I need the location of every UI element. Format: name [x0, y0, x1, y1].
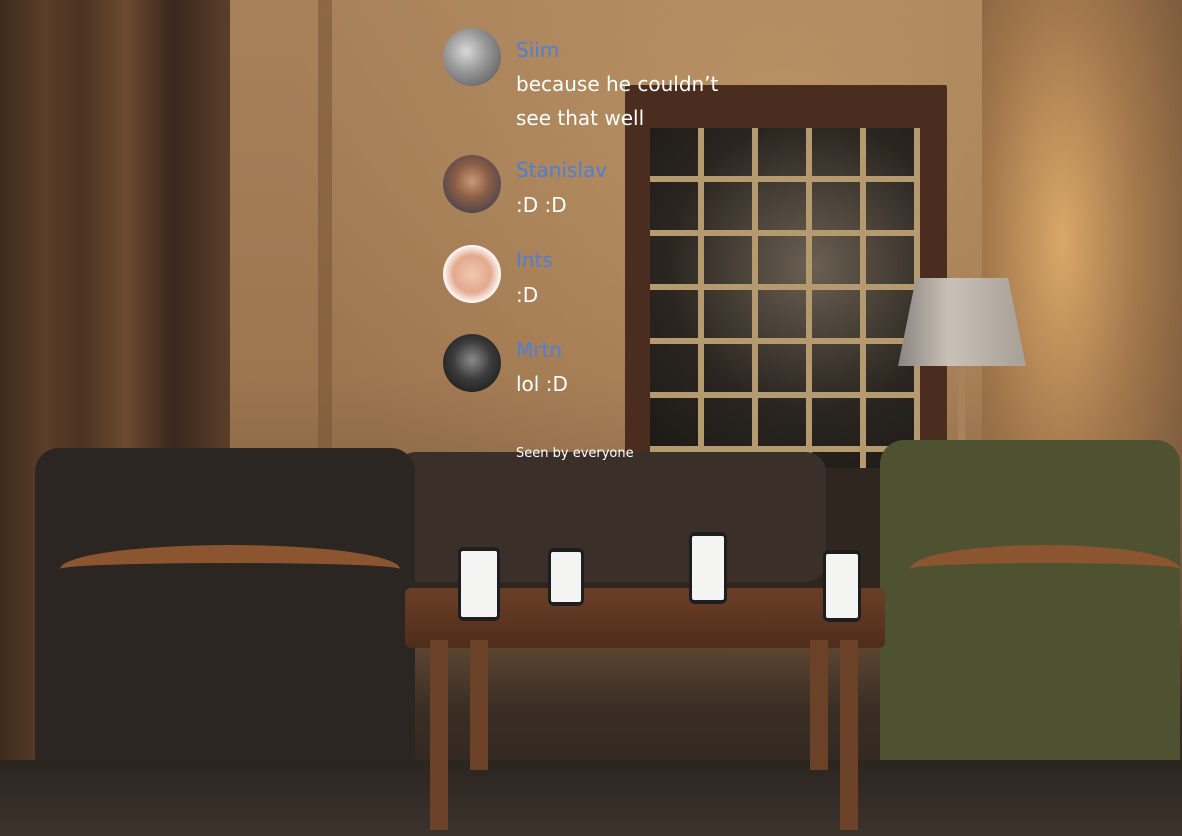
sender-name[interactable]: Siim	[516, 38, 559, 62]
sender-name[interactable]: Mrtn	[516, 338, 562, 362]
message-text: because he couldn’t	[516, 72, 719, 96]
message-text: see that well	[516, 106, 645, 130]
sender-name[interactable]: Stanislav	[516, 158, 607, 182]
sender-name[interactable]: Ints	[516, 248, 553, 272]
avatar-ints-icon[interactable]	[443, 245, 501, 303]
avatar-siim-icon[interactable]	[443, 28, 501, 86]
message-text: :D	[516, 283, 539, 307]
avatar-stanislav-icon[interactable]	[443, 155, 501, 213]
seen-status: Seen by everyone	[516, 446, 634, 461]
avatar-mrtn-icon[interactable]	[443, 334, 501, 392]
message-text: lol :D	[516, 372, 568, 396]
message-text: :D :D	[516, 193, 567, 217]
group-chat: Siim because he couldn’t see that well S…	[0, 0, 1182, 836]
